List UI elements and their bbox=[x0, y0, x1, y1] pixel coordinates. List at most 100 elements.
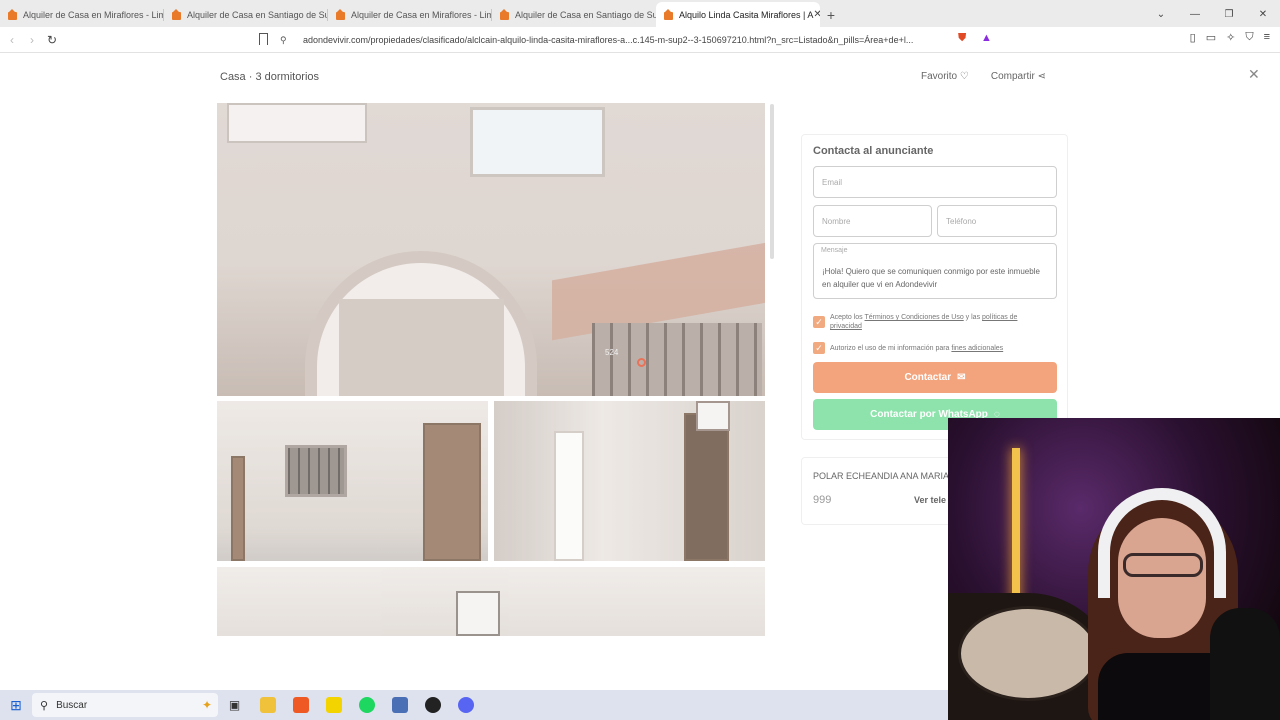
terms-prefix: Acepto los bbox=[830, 314, 865, 321]
contact-button-label: Contactar bbox=[904, 372, 952, 383]
terms-text: Acepto los Términos y Condiciones de Uso… bbox=[830, 313, 1050, 331]
task-view-icon[interactable]: ▣ bbox=[218, 691, 251, 719]
spotify-icon[interactable] bbox=[350, 691, 383, 719]
taskbar-search[interactable]: ⚲ Buscar ✦ bbox=[32, 693, 218, 717]
site-favicon-icon bbox=[172, 9, 181, 20]
heart-icon: ♡ bbox=[959, 71, 969, 82]
show-phone-button[interactable]: Ver tele bbox=[914, 495, 946, 505]
share-button[interactable]: Compartir ⋖ bbox=[991, 71, 1046, 82]
listing-actions: Favorito ♡ Compartir ⋖ bbox=[921, 71, 1046, 82]
brave-shield-icon[interactable]: ⛊ bbox=[958, 32, 966, 45]
contact-button[interactable]: Contactar ✉ bbox=[813, 362, 1057, 393]
vpn-icon[interactable]: ⛉ bbox=[1245, 31, 1253, 44]
sidebar-icon[interactable]: ▯ bbox=[1190, 31, 1196, 44]
email-field[interactable]: Email bbox=[813, 166, 1057, 198]
reload-icon[interactable]: ↻ bbox=[42, 33, 62, 47]
photo-thumbnail[interactable] bbox=[217, 401, 488, 561]
seller-name: POLAR ECHEANDIA ANA MARIA bbox=[813, 471, 950, 481]
tab-list-chevron-icon[interactable]: ⌄ bbox=[1144, 9, 1178, 20]
obs-icon[interactable] bbox=[416, 691, 449, 719]
mail-icon: ✉ bbox=[957, 372, 966, 383]
browser-tab[interactable]: Alquiler de Casa en Santiago de Surco bbox=[492, 2, 656, 27]
back-icon[interactable]: ‹ bbox=[2, 33, 22, 47]
authorize-text: Autorizo el uso de mi información para f… bbox=[830, 344, 1050, 353]
brave-rewards-icon[interactable]: ▲ bbox=[981, 32, 992, 44]
favorite-label: Favorito bbox=[921, 71, 958, 82]
favorite-button[interactable]: Favorito ♡ bbox=[921, 71, 969, 82]
browser-tab-strip: Alquiler de Casa en Miraflores - Lima Al… bbox=[0, 0, 1280, 27]
discord-icon[interactable] bbox=[449, 691, 482, 719]
toolbar-icons: ▯ ▭ ✧ ⛉ ≡ bbox=[1190, 31, 1270, 44]
site-favicon-icon bbox=[336, 9, 345, 20]
contact-form: Contacta al anunciante Email Nombre Telé… bbox=[801, 134, 1068, 440]
photo-passage bbox=[339, 299, 504, 396]
additional-purposes-link[interactable]: fines adicionales bbox=[951, 345, 1003, 352]
photo-window bbox=[696, 401, 730, 431]
photo-thumbnail[interactable] bbox=[494, 401, 765, 561]
authorize-checkbox[interactable]: ✓ bbox=[813, 342, 825, 354]
copilot-sparkle-icon: ✦ bbox=[201, 698, 212, 712]
listing-title: Casa · 3 dormitorios bbox=[220, 71, 320, 83]
photo-door bbox=[684, 413, 729, 561]
led-light bbox=[1012, 448, 1020, 608]
address-bar[interactable]: ⚲ adondevivir.com/propiedades/clasificad… bbox=[280, 30, 1000, 50]
close-icon[interactable]: ✕ bbox=[1248, 66, 1260, 83]
location-marker-icon bbox=[637, 358, 646, 367]
browser-tab[interactable]: Alquiler de Casa en Santiago de Surco bbox=[164, 2, 328, 27]
file-explorer-icon[interactable] bbox=[251, 691, 284, 719]
site-info-icon[interactable]: ⚲ bbox=[280, 35, 293, 46]
bookmark-icon[interactable] bbox=[259, 33, 268, 45]
microphone bbox=[1210, 608, 1280, 720]
wallet-icon[interactable]: ▭ bbox=[1206, 31, 1216, 44]
search-icon: ⚲ bbox=[40, 699, 49, 712]
webcam-overlay bbox=[948, 418, 1280, 720]
menu-icon[interactable]: ≡ bbox=[1264, 31, 1270, 44]
search-label: Buscar bbox=[56, 699, 88, 711]
name-field[interactable]: Nombre bbox=[813, 205, 932, 237]
contact-heading: Contacta al anunciante bbox=[813, 145, 934, 157]
tab-title: Alquiler de Casa en Santiago de Surco bbox=[515, 9, 656, 20]
browser-tab[interactable]: Alquiler de Casa en Miraflores - Lima bbox=[0, 2, 164, 27]
minimize-icon[interactable]: — bbox=[1178, 9, 1212, 20]
photo-door bbox=[231, 456, 245, 561]
terms-link[interactable]: Términos y Condiciones de Uso bbox=[865, 314, 964, 321]
message-label: Mensaje bbox=[821, 247, 848, 254]
house-number: 524 bbox=[605, 348, 619, 357]
browser-tab[interactable]: Alquiler de Casa en Miraflores - Lima bbox=[328, 2, 492, 27]
new-tab-button[interactable]: + bbox=[820, 2, 842, 27]
terms-mid: y las bbox=[963, 314, 983, 321]
main-photo[interactable]: 524 bbox=[217, 103, 765, 396]
site-favicon-icon bbox=[8, 9, 17, 20]
brave-browser-icon[interactable] bbox=[284, 691, 317, 719]
share-label: Compartir bbox=[990, 71, 1035, 82]
close-tab-icon[interactable]: ✕ bbox=[813, 9, 820, 20]
gallery-scrollbar[interactable] bbox=[770, 104, 774, 259]
tab-title: Alquiler de Casa en Miraflores - Lima bbox=[351, 9, 492, 20]
terms-checkbox[interactable]: ✓ bbox=[813, 316, 825, 328]
start-icon[interactable]: ⊞ bbox=[0, 697, 32, 714]
window-controls: ⌄ — ❐ ✕ bbox=[1144, 2, 1280, 27]
photo-window bbox=[456, 591, 500, 636]
restore-icon[interactable]: ❐ bbox=[1212, 9, 1246, 20]
tab-title: Alquiler de Casa en Miraflores - Lima bbox=[23, 9, 164, 20]
app-icon[interactable] bbox=[383, 691, 416, 719]
authorize-prefix: Autorizo el uso de mi información para bbox=[830, 345, 952, 352]
windows-taskbar: ⊞ ⚲ Buscar ✦ ▣ bbox=[0, 690, 948, 720]
site-favicon-icon bbox=[664, 9, 673, 20]
photo-doorway bbox=[554, 431, 584, 561]
tab-title: Alquiler de Casa en Santiago de Surco bbox=[187, 9, 328, 20]
phone-field[interactable]: Teléfono bbox=[937, 205, 1057, 237]
photo-thumbnail[interactable] bbox=[217, 567, 765, 636]
share-icon: ⋖ bbox=[1037, 71, 1046, 82]
coaster bbox=[958, 606, 1098, 701]
message-text: ¡Hola! Quiero que se comuniquen conmigo … bbox=[822, 267, 1040, 289]
sticky-notes-icon[interactable] bbox=[317, 691, 350, 719]
browser-tab-active[interactable]: Alquilo Linda Casita Miraflores | A ✕ bbox=[656, 2, 820, 27]
extensions-icon[interactable]: ✧ bbox=[1226, 31, 1235, 44]
photo-window bbox=[285, 445, 347, 497]
close-window-icon[interactable]: ✕ bbox=[1246, 9, 1280, 20]
message-field[interactable]: Mensaje ¡Hola! Quiero que se comuniquen … bbox=[813, 243, 1057, 299]
seller-phone-partial: 999 bbox=[813, 494, 832, 506]
forward-icon[interactable]: › bbox=[22, 33, 42, 47]
site-favicon-icon bbox=[500, 9, 509, 20]
